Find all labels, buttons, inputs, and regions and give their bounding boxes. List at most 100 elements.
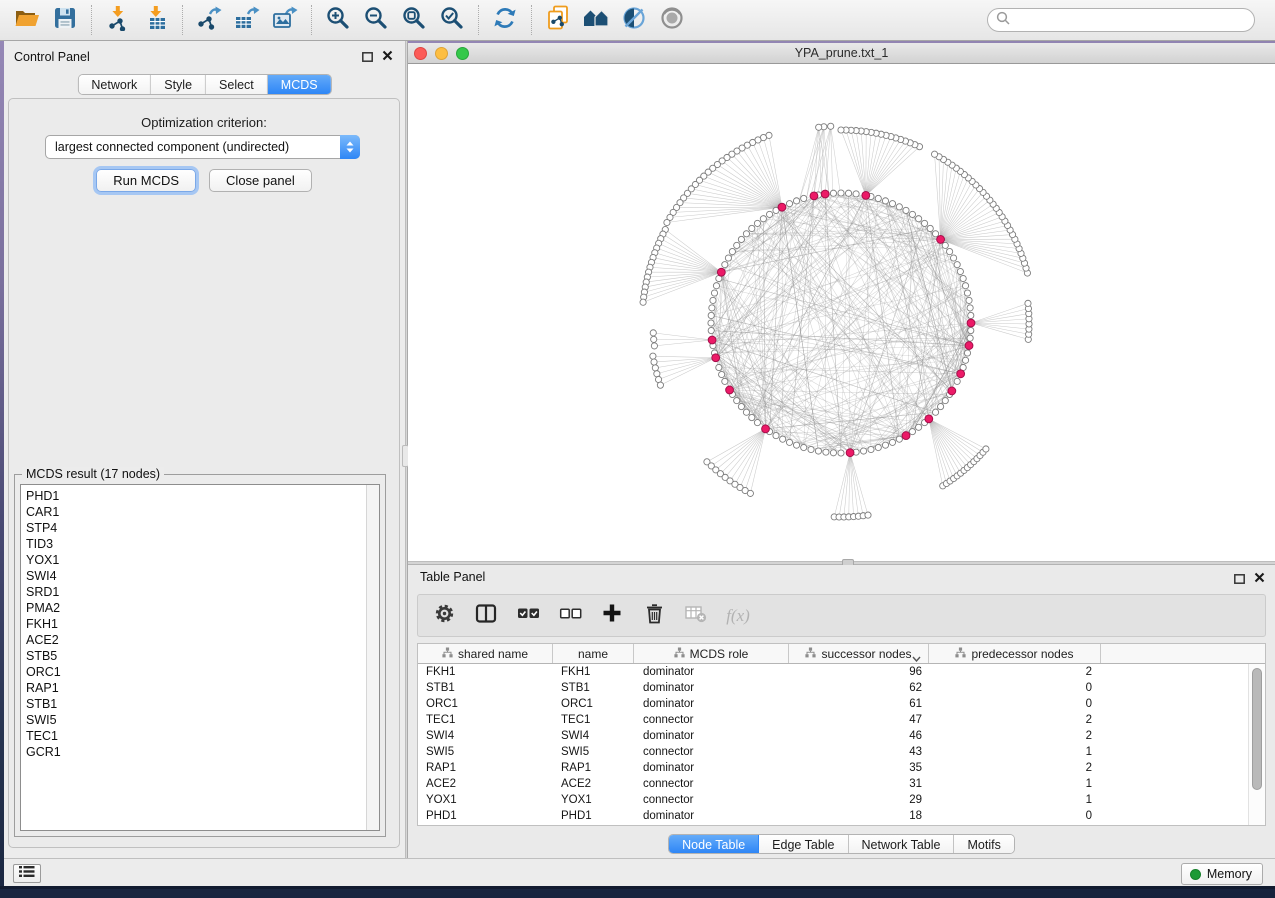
column-header-MCDS-role[interactable]: MCDS role — [634, 644, 789, 663]
table-cell[interactable]: dominator — [634, 696, 789, 712]
table-cell[interactable]: 0 — [929, 696, 1101, 712]
table-cell[interactable]: 0 — [929, 680, 1101, 696]
network-node[interactable] — [931, 151, 937, 157]
network-node[interactable] — [964, 350, 970, 356]
optimization-criterion-select[interactable]: largest connected component (undirected) — [45, 135, 360, 159]
table-cell[interactable]: 1 — [929, 744, 1101, 760]
table-cell[interactable]: 0 — [929, 808, 1101, 824]
network-node[interactable] — [927, 225, 933, 231]
network-node[interactable] — [743, 231, 749, 237]
task-history-button[interactable] — [13, 864, 41, 883]
table-row[interactable]: TEC1TEC1connector472 — [418, 712, 1265, 728]
mcds-result-item[interactable]: SWI4 — [21, 568, 379, 584]
network-node[interactable] — [828, 123, 834, 129]
network-node[interactable] — [801, 444, 807, 450]
table-cell[interactable]: TEC1 — [553, 712, 634, 728]
table-cell[interactable]: TEC1 — [418, 712, 553, 728]
table-cell[interactable]: RAP1 — [553, 760, 634, 776]
network-node[interactable] — [954, 262, 960, 268]
table-cell[interactable]: FKH1 — [553, 664, 634, 680]
network-node[interactable] — [909, 429, 915, 435]
mcds-hub-node[interactable] — [967, 319, 975, 327]
network-node[interactable] — [1025, 300, 1031, 306]
table-cell[interactable]: SWI5 — [553, 744, 634, 760]
table-cell[interactable]: 2 — [929, 712, 1101, 728]
table-cell[interactable]: STB1 — [553, 680, 634, 696]
network-node[interactable] — [722, 378, 728, 384]
mcds-hub-node[interactable] — [712, 354, 720, 362]
table-cell[interactable]: 61 — [789, 696, 929, 712]
network-node[interactable] — [830, 190, 836, 196]
unselect-all-columns-button[interactable] — [558, 604, 582, 628]
mcds-result-item[interactable]: TID3 — [21, 536, 379, 552]
mcds-list-scrollbar[interactable] — [366, 485, 379, 830]
tab-network-table[interactable]: Network Table — [849, 835, 955, 853]
zoom-window-button[interactable] — [456, 47, 469, 60]
table-row[interactable]: FKH1FKH1dominator962 — [418, 664, 1265, 680]
network-node[interactable] — [749, 414, 755, 420]
table-cell[interactable]: dominator — [634, 808, 789, 824]
network-node[interactable] — [708, 312, 714, 318]
table-cell[interactable]: RAP1 — [418, 760, 553, 776]
mcds-hub-node[interactable] — [965, 342, 973, 350]
network-node[interactable] — [801, 195, 807, 201]
network-node[interactable] — [786, 201, 792, 207]
table-cell[interactable]: 31 — [789, 776, 929, 792]
network-node[interactable] — [942, 242, 948, 248]
network-node[interactable] — [652, 365, 658, 371]
network-node[interactable] — [708, 320, 714, 326]
network-node[interactable] — [962, 283, 968, 289]
network-node[interactable] — [983, 446, 989, 452]
mcds-result-list[interactable]: PHD1CAR1STP4TID3YOX1SWI4SRD1PMA2FKH1ACE2… — [20, 484, 380, 831]
network-node[interactable] — [838, 190, 844, 196]
table-cell[interactable]: ORC1 — [553, 696, 634, 712]
table-row[interactable]: ACE2ACE2connector311 — [418, 776, 1265, 792]
tab-select[interactable]: Select — [206, 75, 268, 94]
table-cell[interactable]: SWI4 — [418, 728, 553, 744]
table-cell[interactable]: 2 — [929, 760, 1101, 776]
table-cell[interactable]: SWI5 — [418, 744, 553, 760]
network-node[interactable] — [896, 204, 902, 210]
network-node[interactable] — [640, 299, 646, 305]
network-canvas[interactable] — [408, 64, 1275, 561]
mcds-result-item[interactable]: SRD1 — [21, 584, 379, 600]
network-node[interactable] — [651, 336, 657, 342]
table-row[interactable]: STB1STB1dominator620 — [418, 680, 1265, 696]
mcds-hub-node[interactable] — [726, 386, 734, 394]
mcds-result-item[interactable]: TEC1 — [21, 728, 379, 744]
network-node[interactable] — [889, 439, 895, 445]
mcds-hub-node[interactable] — [810, 192, 818, 200]
network-node[interactable] — [882, 442, 888, 448]
tab-network[interactable]: Network — [78, 75, 151, 94]
network-node[interactable] — [650, 330, 656, 336]
mcds-result-item[interactable]: STP4 — [21, 520, 379, 536]
mcds-result-item[interactable]: GCR1 — [21, 744, 379, 760]
table-row[interactable]: YOX1YOX1connector291 — [418, 792, 1265, 808]
table-cell[interactable]: ACE2 — [553, 776, 634, 792]
network-node[interactable] — [909, 211, 915, 217]
select-all-columns-button[interactable] — [516, 604, 540, 628]
network-node[interactable] — [780, 436, 786, 442]
mcds-hub-node[interactable] — [821, 190, 829, 198]
network-node[interactable] — [708, 327, 714, 333]
close-panel-button[interactable]: Close panel — [209, 169, 312, 192]
minimize-window-button[interactable] — [435, 47, 448, 60]
search-input[interactable] — [1015, 11, 1254, 29]
network-node[interactable] — [932, 231, 938, 237]
network-node[interactable] — [651, 343, 657, 349]
export-table-button[interactable] — [228, 3, 266, 37]
network-node[interactable] — [916, 424, 922, 430]
network-node[interactable] — [719, 371, 725, 377]
network-node[interactable] — [710, 297, 716, 303]
show-graphics-button[interactable] — [653, 3, 691, 37]
mcds-hub-node[interactable] — [902, 432, 910, 440]
table-cell[interactable]: connector — [634, 744, 789, 760]
table-cell[interactable]: YOX1 — [553, 792, 634, 808]
memory-button[interactable]: Memory — [1181, 863, 1263, 885]
search-box[interactable] — [987, 8, 1255, 32]
network-node[interactable] — [838, 127, 844, 133]
close-window-button[interactable] — [414, 47, 427, 60]
table-row[interactable]: SWI5SWI5connector431 — [418, 744, 1265, 760]
mcds-hub-node[interactable] — [957, 370, 965, 378]
network-node[interactable] — [966, 297, 972, 303]
